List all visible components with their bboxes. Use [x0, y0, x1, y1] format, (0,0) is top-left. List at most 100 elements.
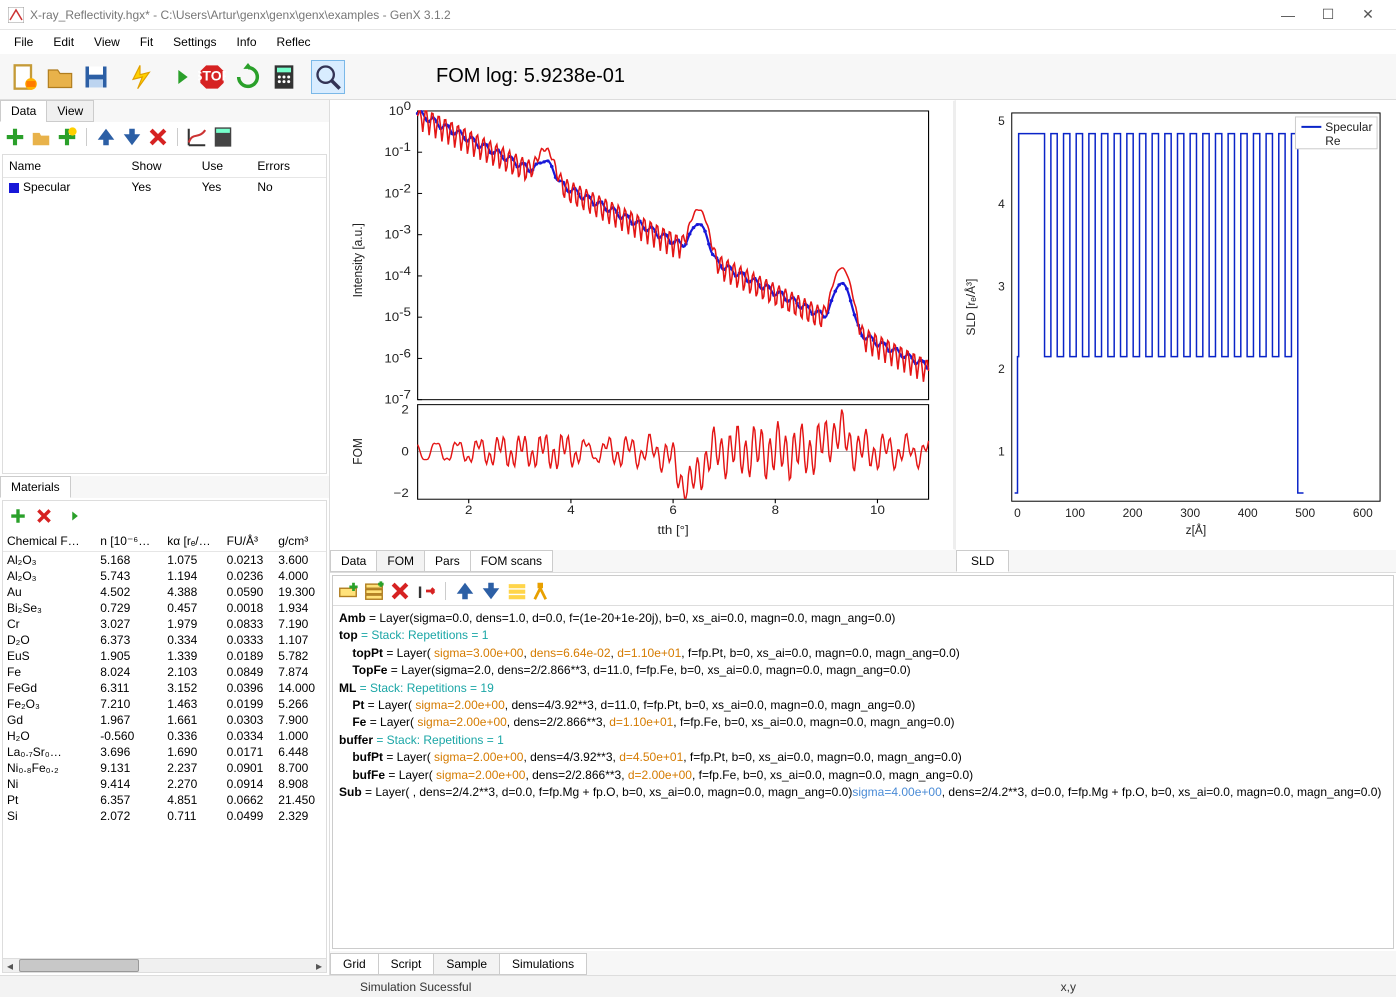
materials-row[interactable]: Fe₂O₃7.2101.4630.01995.266: [3, 696, 326, 712]
add-data-button[interactable]: [4, 126, 26, 148]
menu-view[interactable]: View: [84, 33, 130, 51]
move-up-button[interactable]: [95, 126, 117, 148]
delete-material-button[interactable]: [33, 505, 55, 527]
materials-col[interactable]: FU/Å³: [223, 531, 275, 552]
materials-row[interactable]: EuS1.9051.3390.01895.782: [3, 648, 326, 664]
data-toolbar: [0, 122, 329, 152]
layer-up-button[interactable]: [454, 580, 476, 602]
import-data-button[interactable]: [30, 126, 52, 148]
restart-fit-button[interactable]: [231, 60, 265, 94]
menu-file[interactable]: File: [4, 33, 43, 51]
mid-tabstrip: Data FOM Pars FOM scans SLD: [330, 550, 1396, 572]
materials-row[interactable]: Ni9.4142.2700.09148.908: [3, 776, 326, 792]
simulate-button[interactable]: [123, 60, 157, 94]
col-use[interactable]: Use: [196, 155, 252, 178]
menu-fit[interactable]: Fit: [130, 33, 163, 51]
add-stack-button[interactable]: [363, 580, 385, 602]
data-row[interactable]: SpecularYesYesNo: [3, 178, 326, 197]
midtab-pars[interactable]: Pars: [424, 550, 471, 572]
sample-params-button[interactable]: [506, 580, 528, 602]
sample-code[interactable]: Amb = Layer(sigma=0.0, dens=1.0, d=0.0, …: [333, 606, 1393, 948]
materials-row[interactable]: FeGd6.3113.1520.039614.000: [3, 680, 326, 696]
sld-plot-panel[interactable]: SLD [rₑ/Å³] 12345 0100200300400500600 z[…: [956, 100, 1396, 550]
calculate-button[interactable]: [267, 60, 301, 94]
svg-text:0: 0: [1014, 506, 1021, 520]
status-message: Simulation Sucessful: [360, 980, 471, 994]
midtab-data[interactable]: Data: [330, 550, 377, 572]
materials-row[interactable]: Cr3.0271.9790.08337.190: [3, 616, 326, 632]
svg-text:4: 4: [567, 504, 574, 517]
add-simulation-button[interactable]: [56, 126, 78, 148]
materials-row[interactable]: Au4.5024.3880.059019.300: [3, 584, 326, 600]
statusbar: Simulation Sucessful x,y: [0, 975, 1396, 997]
svg-text:Specular: Specular: [1325, 120, 1372, 134]
tab-sld[interactable]: SLD: [956, 550, 1009, 572]
materials-col[interactable]: Chemical F…: [3, 531, 96, 552]
menu-reflec[interactable]: Reflec: [267, 33, 321, 51]
col-show[interactable]: Show: [126, 155, 196, 178]
materials-table[interactable]: Chemical F…n [10⁻⁶…kα [rₑ/…FU/Å³g/cm³ Al…: [3, 531, 326, 958]
materials-col[interactable]: n [10⁻⁶…: [96, 531, 163, 552]
materials-row[interactable]: Gd1.9671.6610.03037.900: [3, 712, 326, 728]
menubar: File Edit View Fit Settings Info Reflec: [0, 30, 1396, 54]
stop-fit-button[interactable]: STOP: [195, 60, 229, 94]
svg-text:600: 600: [1353, 506, 1373, 520]
calculate-data-button[interactable]: [212, 126, 234, 148]
apply-material-button[interactable]: [59, 505, 81, 527]
materials-row[interactable]: Al₂O₃5.1681.0750.02133.600: [3, 552, 326, 569]
materials-row[interactable]: Bi₂Se₃0.7290.4570.00181.934: [3, 600, 326, 616]
materials-row[interactable]: La₀.₇Sr₀…3.6961.6900.01716.448: [3, 744, 326, 760]
tab-materials[interactable]: Materials: [0, 476, 71, 498]
materials-row[interactable]: H₂O-0.5600.3360.03341.000: [3, 728, 326, 744]
save-file-button[interactable]: [79, 60, 113, 94]
svg-text:0: 0: [401, 445, 408, 458]
tab-data[interactable]: Data: [0, 100, 47, 122]
menu-edit[interactable]: Edit: [43, 33, 84, 51]
tab-view[interactable]: View: [46, 100, 94, 122]
new-file-button[interactable]: [7, 60, 41, 94]
materials-col[interactable]: kα [rₑ/…: [163, 531, 222, 552]
move-down-button[interactable]: [121, 126, 143, 148]
bottom-tabstrip: Grid Script Sample Simulations: [330, 951, 1396, 975]
svg-text:10-3: 10-3: [384, 223, 411, 241]
rename-layer-button[interactable]: I: [415, 580, 437, 602]
minimize-button[interactable]: —: [1268, 7, 1308, 23]
materials-row[interactable]: Ni₀.₈Fe₀.₂9.1312.2370.09018.700: [3, 760, 326, 776]
data-list[interactable]: Name Show Use Errors SpecularYesYesNo: [2, 154, 327, 474]
delete-layer-button[interactable]: [389, 580, 411, 602]
materials-row[interactable]: D₂O6.3730.3340.03331.107: [3, 632, 326, 648]
layer-down-button[interactable]: [480, 580, 502, 602]
svg-text:tth [°]: tth [°]: [657, 524, 688, 537]
zoom-button[interactable]: [311, 60, 345, 94]
plot-settings-button[interactable]: [186, 126, 208, 148]
svg-text:z[Å]: z[Å]: [1186, 522, 1207, 537]
materials-hscroll[interactable]: ◂▸: [3, 958, 326, 972]
midtab-fomscans[interactable]: FOM scans: [470, 550, 553, 572]
instrument-button[interactable]: [532, 580, 554, 602]
col-name[interactable]: Name: [3, 155, 126, 178]
materials-row[interactable]: Fe8.0242.1030.08497.874: [3, 664, 326, 680]
close-button[interactable]: ✕: [1348, 6, 1388, 23]
svg-text:100: 100: [1065, 506, 1085, 520]
intensity-plot-panel[interactable]: Intensity [a.u.] 10010-110-210-310-410-5…: [330, 100, 956, 550]
materials-row[interactable]: Al₂O₃5.7431.1940.02364.000: [3, 568, 326, 584]
delete-data-button[interactable]: [147, 126, 169, 148]
bottomtab-simulations[interactable]: Simulations: [499, 953, 587, 975]
bottomtab-sample[interactable]: Sample: [433, 953, 500, 975]
bottomtab-script[interactable]: Script: [378, 953, 435, 975]
svg-text:200: 200: [1123, 506, 1143, 520]
open-file-button[interactable]: [43, 60, 77, 94]
col-errors[interactable]: Errors: [251, 155, 326, 178]
bottomtab-grid[interactable]: Grid: [330, 953, 379, 975]
materials-col[interactable]: g/cm³: [274, 531, 326, 552]
materials-row[interactable]: Pt6.3574.8510.066221.450: [3, 792, 326, 808]
midtab-fom[interactable]: FOM: [376, 550, 425, 572]
add-material-button[interactable]: [7, 505, 29, 527]
maximize-button[interactable]: ☐: [1308, 6, 1348, 23]
add-layer-button[interactable]: [337, 580, 359, 602]
menu-settings[interactable]: Settings: [163, 33, 226, 51]
materials-row[interactable]: Si2.0720.7110.04992.329: [3, 808, 326, 824]
run-fit-button[interactable]: [159, 60, 193, 94]
menu-info[interactable]: Info: [227, 33, 267, 51]
fom-display: FOM log: 5.9238e-01: [436, 65, 625, 88]
